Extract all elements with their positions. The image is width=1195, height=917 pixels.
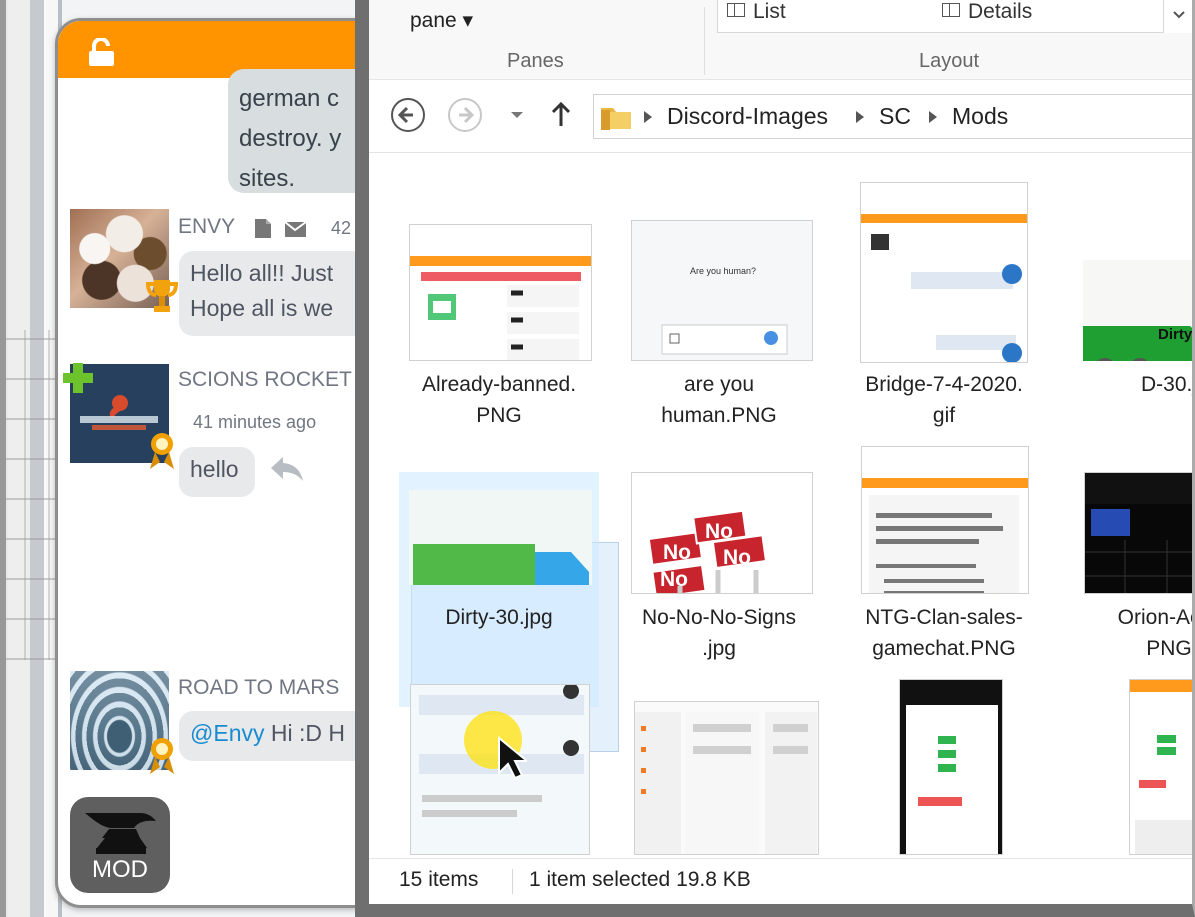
up-arrow-icon[interactable] (547, 96, 575, 134)
mouse-cursor-icon (498, 736, 527, 780)
user-count: 42 (331, 218, 352, 238)
breadcrumb-separator (644, 111, 652, 123)
file-name: are you human.PNG (661, 373, 777, 427)
details-view-option[interactable]: Details (942, 0, 1032, 24)
file-name: No-No-No-Signs .jpg (641, 606, 797, 660)
trophy-icon (146, 280, 178, 312)
file-item[interactable]: Already-banned. PNG (399, 214, 599, 449)
pane-label: pane (410, 9, 457, 32)
message-timestamp: 41 minutes ago (193, 412, 317, 432)
file-item[interactable]: Are you human? are you human.PNG (619, 214, 819, 449)
file-item[interactable]: Orion-Aero PNG (1069, 472, 1192, 707)
user-name-envy[interactable]: ENVY (178, 215, 235, 239)
file-item[interactable]: NTG-Clan-sales- gamechat.PNG (844, 446, 1044, 707)
navigation-bar: Discord-Images SC Mods (369, 80, 1192, 153)
item-count: 15 items (399, 868, 479, 891)
file-thumbnail (861, 446, 1029, 594)
chat-message-bubble: Hello all!! Just Hope all is we (179, 251, 377, 336)
file-thumbnail (899, 679, 1003, 855)
file-name: Dirty-30.jpg (445, 606, 553, 629)
status-bar: 15 items 1 item selected 19.8 KB (369, 858, 1192, 904)
chevron-down-icon (1173, 11, 1185, 19)
file-item[interactable]: Dirty 30 D-30.j (1069, 214, 1192, 449)
file-thumbnail: Are you human? (631, 220, 813, 361)
forward-arrow-icon[interactable] (446, 96, 484, 134)
svg-text:No: No (723, 546, 751, 569)
ribbon-icon (150, 738, 174, 774)
list-view-option[interactable]: List (727, 0, 786, 24)
anvil-icon (85, 813, 156, 854)
list-label: List (753, 0, 786, 23)
file-thumbnail (634, 701, 819, 855)
breadcrumb-mods[interactable]: Mods (952, 103, 1008, 130)
address-bar[interactable]: Discord-Images SC Mods (593, 94, 1192, 139)
breadcrumb-separator (929, 111, 937, 123)
panes-group-label: Panes (507, 50, 564, 72)
file-grid: Already-banned. PNG Are you human? are y… (369, 156, 1192, 857)
svg-text:Are you human?: Are you human? (690, 266, 756, 276)
back-arrow-icon[interactable] (389, 96, 427, 134)
desktop-background: german c destroy. y sites. ENVY 42 Hello… (0, 0, 1195, 917)
file-name: Already-banned. PNG (421, 373, 577, 427)
layout-scroll-button[interactable] (1163, 0, 1192, 33)
layout-group-label: Layout (919, 50, 980, 72)
file-name: Orion-Aero PNG (1117, 606, 1192, 660)
file-explorer-window: pane ▾ Panes List Details Layout Discord… (355, 0, 1195, 917)
selection-info: 1 item selected 19.8 KB (529, 868, 751, 891)
file-item-selected[interactable]: Dirty-30.jpg (399, 472, 599, 707)
file-thumbnail (1129, 679, 1192, 855)
message-text: Hi :D H (264, 720, 345, 746)
layout-options-box: List Details (717, 0, 1192, 33)
breadcrumb-sc[interactable]: SC (879, 103, 911, 130)
list-icon (727, 3, 745, 17)
mail-icon[interactable] (283, 218, 307, 240)
user-name-road-to-mars[interactable]: ROAD TO MARS (178, 676, 339, 700)
svg-text:Dirty 30: Dirty 30 (1158, 326, 1192, 343)
ribbon-icon (150, 433, 174, 469)
reply-icon[interactable] (268, 453, 306, 485)
file-name: NTG-Clan-sales- gamechat.PNG (865, 606, 1023, 660)
file-name: D-30.j (1140, 373, 1192, 396)
file-thumbnail (409, 490, 592, 585)
ribbon-divider (704, 7, 705, 75)
recent-locations-icon[interactable] (505, 96, 529, 134)
document-icon[interactable] (251, 217, 275, 239)
lock-icon[interactable] (86, 38, 117, 68)
file-thumbnail (1084, 472, 1192, 594)
svg-text:No: No (663, 541, 691, 564)
file-thumbnail: No No No No (631, 472, 813, 594)
user-name-scions[interactable]: SCIONS ROCKET (178, 368, 352, 392)
background-window-grid (0, 330, 60, 660)
chat-message-bubble: hello (179, 447, 255, 497)
breadcrumb-separator (856, 111, 864, 123)
folder-icon (601, 108, 631, 130)
user-mention[interactable]: @Envy (190, 720, 264, 746)
file-thumbnail (860, 182, 1028, 363)
navigation-pane-button[interactable]: pane ▾ (410, 8, 473, 33)
mod-button[interactable]: MOD (70, 797, 170, 893)
breadcrumb-discord-images[interactable]: Discord-Images (667, 103, 828, 130)
file-thumbnail (409, 224, 592, 361)
svg-text:No: No (660, 568, 688, 591)
details-icon (942, 3, 960, 17)
ribbon: pane ▾ Panes List Details Layout (369, 0, 1192, 80)
chat-panel: german c destroy. y sites. ENVY 42 Hello… (55, 18, 380, 908)
file-item[interactable]: Bridge-7-4-2020. gif (844, 182, 1044, 449)
chat-message-bubble: @Envy Hi :D H (179, 711, 377, 761)
details-label: Details (968, 0, 1033, 23)
file-thumbnail: Dirty 30 (1083, 260, 1192, 361)
status-divider (512, 869, 513, 894)
svg-text:No: No (705, 520, 733, 543)
file-item[interactable]: No No No No No-No-No-Signs .jpg (619, 472, 819, 707)
mod-label: MOD (92, 856, 148, 883)
file-name: Bridge-7-4-2020. gif (865, 373, 1023, 427)
plus-icon (63, 363, 93, 393)
